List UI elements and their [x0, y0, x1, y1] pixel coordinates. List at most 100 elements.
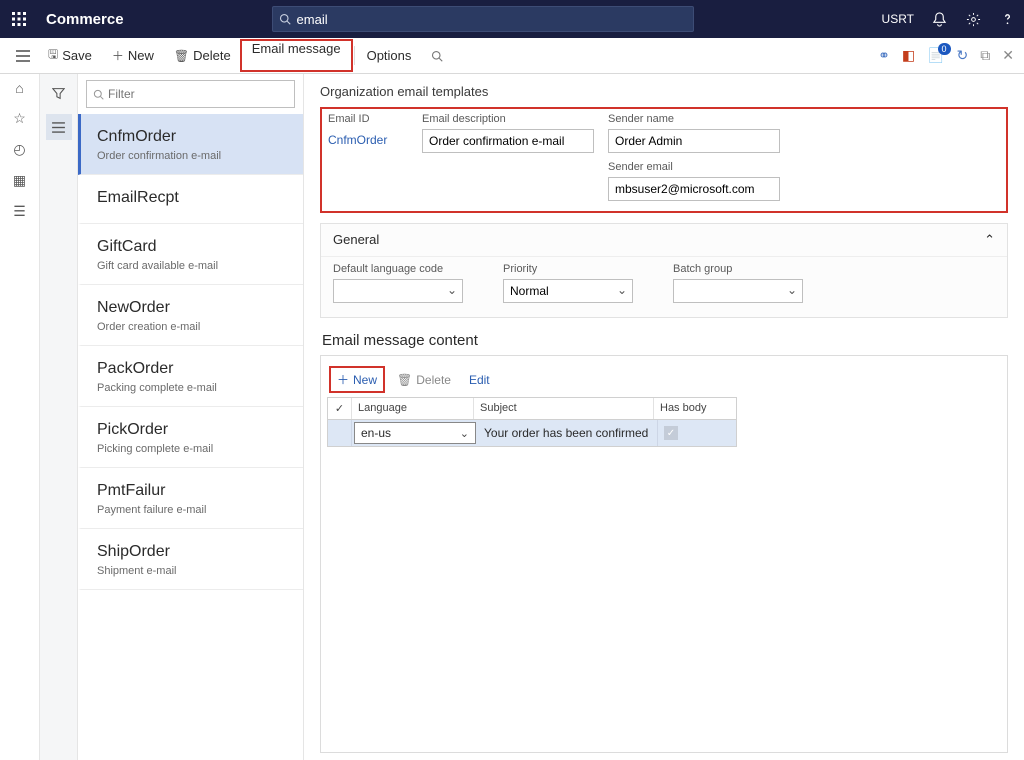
row-subject[interactable]: Your order has been confirmed [478, 420, 658, 446]
col-subject[interactable]: Subject [474, 398, 654, 419]
item-name: PackOrder [97, 360, 287, 378]
table-row[interactable]: en-us⌄ Your order has been confirmed ✓ [328, 420, 736, 446]
app-launcher-icon[interactable] [0, 12, 38, 26]
list-item[interactable]: GiftCard Gift card available e-mail [78, 224, 303, 285]
email-message-label: Email message [252, 41, 341, 56]
sender-email-input[interactable] [608, 177, 780, 201]
page-title: Organization email templates [320, 84, 1008, 99]
collapse-icon[interactable]: ⌃ [984, 232, 995, 248]
recent-icon[interactable]: ◴ [13, 141, 25, 158]
save-label: Save [62, 48, 92, 63]
list-item[interactable]: ShipOrder Shipment e-mail [78, 529, 303, 590]
favorites-icon[interactable]: ☆ [13, 110, 26, 127]
item-desc: Payment failure e-mail [97, 504, 287, 516]
email-id-value[interactable]: CnfmOrder [328, 129, 408, 147]
nav-rail: ⌂ ☆ ◴ ▦ ☰ [0, 74, 40, 760]
notifications-icon[interactable] [922, 12, 956, 27]
save-button[interactable]: 🖫 Save [38, 38, 102, 73]
item-name: EmailRecpt [97, 189, 287, 207]
batch-group-select[interactable] [673, 279, 803, 303]
options-button[interactable]: Options [357, 38, 422, 73]
search-icon [93, 89, 104, 100]
email-content-frame: ＋New 🗑Delete Edit ✓ Language Subject Has… [320, 355, 1008, 753]
item-name: CnfmOrder [97, 128, 287, 146]
workspace-icon[interactable]: ▦ [13, 172, 26, 189]
item-desc: Gift card available e-mail [97, 260, 287, 272]
lang-code-label: Default language code [333, 263, 463, 275]
modules-icon[interactable]: ☰ [13, 203, 26, 220]
search-input[interactable] [297, 12, 687, 27]
general-title: General [333, 232, 379, 248]
check-icon: ✓ [664, 426, 678, 440]
list-item[interactable]: PmtFailur Payment failure e-mail [78, 468, 303, 529]
badge-count: 0 [938, 43, 951, 55]
callout-email-message: Email message [240, 39, 353, 72]
list-tool-rail [40, 74, 78, 760]
action-search-button[interactable] [421, 38, 453, 73]
sender-name-input[interactable] [608, 129, 780, 153]
general-section: General ⌃ Default language code Priority… [320, 223, 1008, 318]
list-item[interactable]: EmailRecpt [78, 175, 303, 224]
office-icon[interactable]: ◧ [902, 47, 915, 64]
email-desc-input[interactable] [422, 129, 594, 153]
popout-icon[interactable]: ⧉ [980, 47, 990, 64]
settings-icon[interactable] [956, 12, 990, 27]
item-desc: Shipment e-mail [97, 565, 287, 577]
item-name: NewOrder [97, 299, 287, 317]
emc-new-button[interactable]: ＋New [331, 368, 383, 391]
delete-button[interactable]: 🗑Delete [164, 38, 241, 73]
lang-code-select[interactable] [333, 279, 463, 303]
item-name: ShipOrder [97, 543, 287, 561]
main-content: Organization email templates Email ID Cn… [304, 74, 1024, 760]
global-search[interactable] [272, 6, 694, 32]
chevron-down-icon[interactable]: ⌄ [460, 427, 469, 440]
priority-select[interactable] [503, 279, 633, 303]
list-item[interactable]: CnfmOrder Order confirmation e-mail [78, 114, 303, 175]
row-language-input[interactable]: en-us⌄ [354, 422, 476, 444]
emc-delete-button[interactable]: 🗑Delete [391, 366, 457, 393]
email-message-button[interactable]: Email message [242, 41, 351, 56]
callout-header-fields: Email ID CnfmOrder Email description Sen… [320, 107, 1008, 213]
global-header: Commerce USRT [0, 0, 1024, 38]
refresh-icon[interactable]: ↻ [957, 47, 969, 64]
list-item[interactable]: NewOrderOrder creation e-mail [78, 285, 303, 346]
options-label: Options [367, 48, 412, 63]
list-item[interactable]: PickOrderPicking complete e-mail [78, 407, 303, 468]
search-icon [431, 50, 443, 62]
list-view-icon[interactable] [46, 114, 72, 140]
list-item[interactable]: PackOrder Packing complete e-mail [78, 346, 303, 407]
help-icon[interactable] [990, 12, 1024, 27]
template-list-pane: CnfmOrder Order confirmation e-mail EmailR… [78, 74, 304, 760]
emc-edit-button[interactable]: Edit [463, 366, 496, 393]
item-desc: Order confirmation e-mail [97, 150, 287, 162]
attach-icon[interactable]: ⚭ [878, 47, 890, 64]
batch-group-label: Batch group [673, 263, 803, 275]
email-content-grid: ✓ Language Subject Has body en-us⌄ Your … [327, 397, 737, 447]
item-name: GiftCard [97, 238, 287, 256]
col-select[interactable]: ✓ [328, 398, 352, 419]
new-label: New [128, 48, 154, 63]
filter-input[interactable] [108, 87, 288, 101]
row-has-body: ✓ [658, 420, 736, 446]
emc-delete-label: Delete [416, 373, 451, 387]
callout-new-button: ＋New [329, 366, 385, 393]
item-name: PmtFailur [97, 482, 287, 500]
filter-pane-icon[interactable] [46, 80, 72, 106]
emc-new-label: New [353, 373, 377, 387]
new-button[interactable]: ＋New [102, 38, 164, 73]
company-picker[interactable]: USRT [874, 12, 922, 26]
filter-box[interactable] [86, 80, 295, 108]
item-desc: Packing complete e-mail [97, 382, 287, 394]
nav-toggle-icon[interactable] [8, 38, 38, 73]
col-language[interactable]: Language [352, 398, 474, 419]
save-icon: 🖫 [48, 45, 58, 66]
trash-icon: 🗑 [174, 49, 189, 63]
email-id-label: Email ID [328, 113, 408, 125]
close-icon[interactable]: ✕ [1002, 47, 1014, 64]
messages-icon[interactable]: 📄0 [927, 47, 944, 64]
home-icon[interactable]: ⌂ [15, 80, 23, 96]
action-pane: 🖫 Save ＋New 🗑Delete Email message Options… [0, 38, 1024, 74]
col-has-body[interactable]: Has body [654, 398, 736, 419]
sender-email-label: Sender email [608, 161, 780, 173]
row-select[interactable] [328, 420, 352, 446]
